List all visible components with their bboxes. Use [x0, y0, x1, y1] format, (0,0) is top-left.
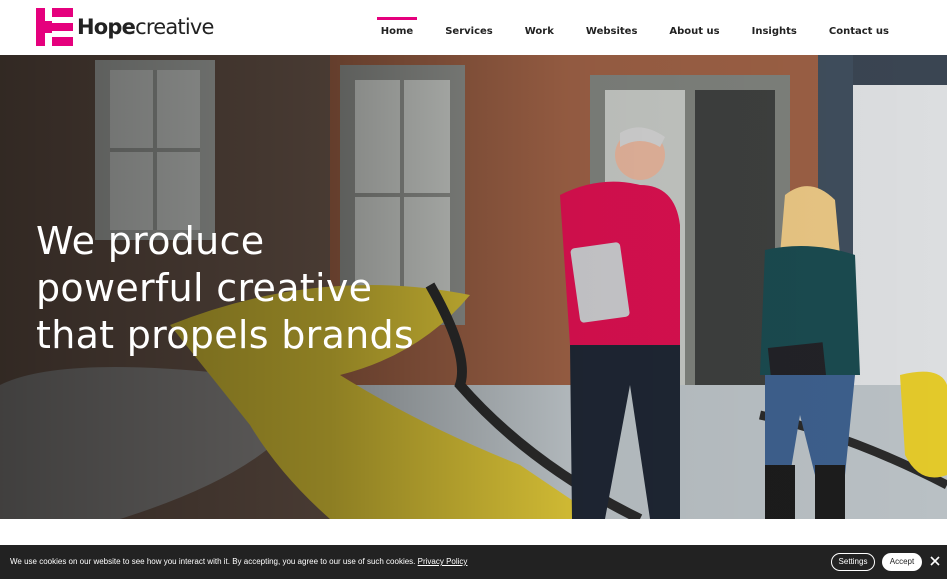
privacy-policy-link[interactable]: Privacy Policy [418, 557, 468, 566]
logo-word-bold: Hope [77, 15, 136, 39]
site-header: Hopecreative Home Services Work Websites… [0, 0, 947, 55]
main-nav: Home Services Work Websites About us Ins… [353, 0, 893, 55]
site-logo[interactable]: Hopecreative [36, 8, 214, 46]
cookie-settings-button[interactable]: Settings [831, 553, 875, 571]
hero-section: We produce powerful creative that propel… [0, 55, 947, 519]
close-icon[interactable] [928, 554, 942, 568]
headline-line-1: We produce [36, 219, 265, 263]
nav-item-websites[interactable]: Websites [582, 0, 642, 55]
cookie-bar: We use cookies on our website to see how… [0, 545, 947, 579]
hope-logo-icon [36, 8, 73, 46]
headline-line-2: powerful creative [36, 266, 373, 310]
logo-wordmark: Hopecreative [77, 15, 214, 39]
cookie-message: We use cookies on our website to see how… [10, 557, 467, 566]
nav-item-about-us[interactable]: About us [665, 0, 723, 55]
nav-item-home[interactable]: Home [376, 0, 418, 55]
headline-line-3: that propels brands [36, 313, 415, 357]
cookie-message-text: We use cookies on our website to see how… [10, 557, 416, 566]
nav-item-insights[interactable]: Insights [748, 0, 801, 55]
nav-item-contact-us[interactable]: Contact us [825, 0, 893, 55]
nav-item-work[interactable]: Work [521, 0, 558, 55]
logo-word-light: creative [135, 15, 214, 39]
nav-item-services[interactable]: Services [441, 0, 497, 55]
cookie-accept-button[interactable]: Accept [882, 553, 922, 571]
hero-headline: We produce powerful creative that propel… [36, 218, 456, 359]
